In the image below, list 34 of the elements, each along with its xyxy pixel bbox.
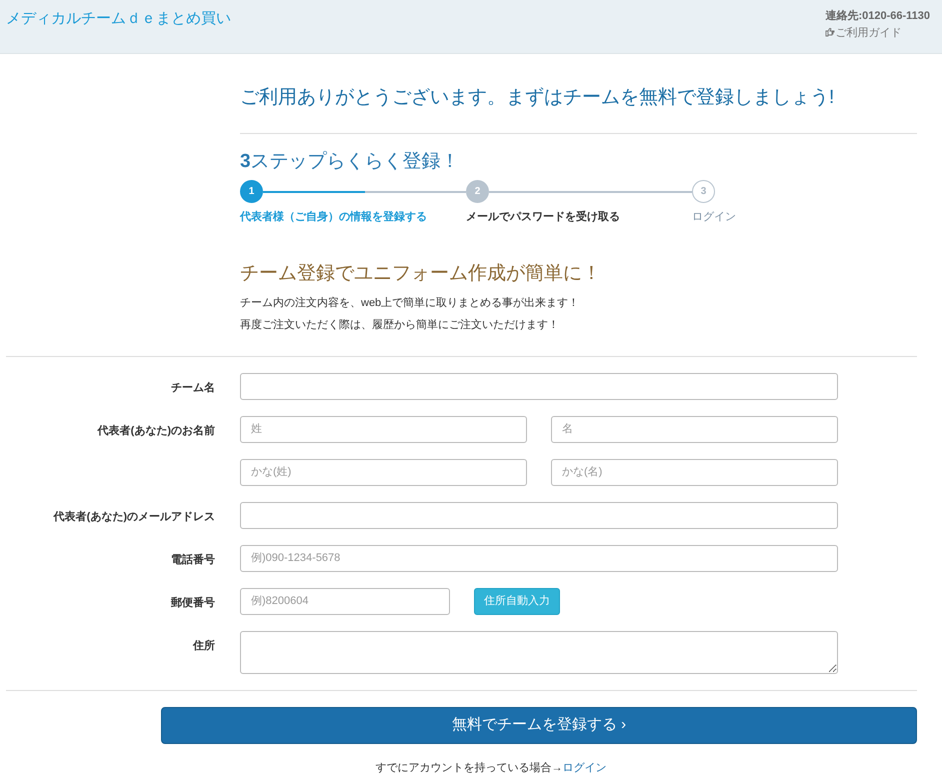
input-field[interactable] [240, 372, 838, 400]
hand-icon [825, 28, 836, 38]
promo-heading: チーム登録でユニフォーム作成が簡単に！ [240, 262, 602, 286]
field-label: 代表者(あなた)のメールアドレス [52, 510, 215, 524]
input-field[interactable]: かな(名) [551, 458, 838, 486]
register-button[interactable]: 無料でチームを登録する › [161, 706, 917, 744]
input-field[interactable]: 姓 [240, 416, 527, 442]
step-label: メールでパスワードを受け取る [466, 210, 620, 225]
step-label: ログイン [692, 210, 736, 225]
steps-title: 3ステップらくらく登録！ [240, 150, 461, 174]
field-label: チーム名 [170, 380, 215, 396]
login-prompt: すでにアカウントを持っている場合→ [376, 762, 562, 774]
step-number: 1 [240, 180, 263, 203]
input-field[interactable]: 例)8200604 [240, 588, 450, 614]
step-number: 3 [692, 180, 715, 203]
welcome-heading: ご利用ありがとうございます。まずはチームを無料で登録しましょう! [240, 54, 917, 134]
input-field[interactable] [240, 502, 838, 528]
input-field[interactable]: 名 [551, 416, 838, 442]
guide-link[interactable]: ご利用ガイド [835, 24, 902, 41]
address-field[interactable] [240, 630, 838, 674]
field-label: 電話番号 [170, 552, 215, 568]
contact-phone: 連絡先:0120-66-1130 [825, 8, 930, 24]
promo-text: チーム内の注文内容を、web上で簡単に取りまとめる事が出来ます！ [240, 296, 580, 310]
field-label: 郵便番号 [170, 596, 215, 610]
step-label: 代表者様（ご自身）の情報を登録する [240, 210, 427, 225]
field-label: 代表者(あなた)のお名前 [96, 424, 215, 438]
input-field[interactable]: 例)090-1234-5678 [240, 544, 838, 572]
autofill-button[interactable]: 住所自動入力 [474, 588, 560, 614]
input-field[interactable]: かな(姓) [240, 458, 527, 486]
login-link[interactable]: ログイン [562, 762, 606, 774]
site-title[interactable]: メディカルチームｄｅまとめ買い [6, 8, 231, 53]
promo-text: 再度ご注文いただく際は、履歴から簡単にご注文いただけます！ [240, 318, 560, 333]
field-label: 住所 [192, 638, 215, 654]
step-number: 2 [466, 180, 489, 203]
